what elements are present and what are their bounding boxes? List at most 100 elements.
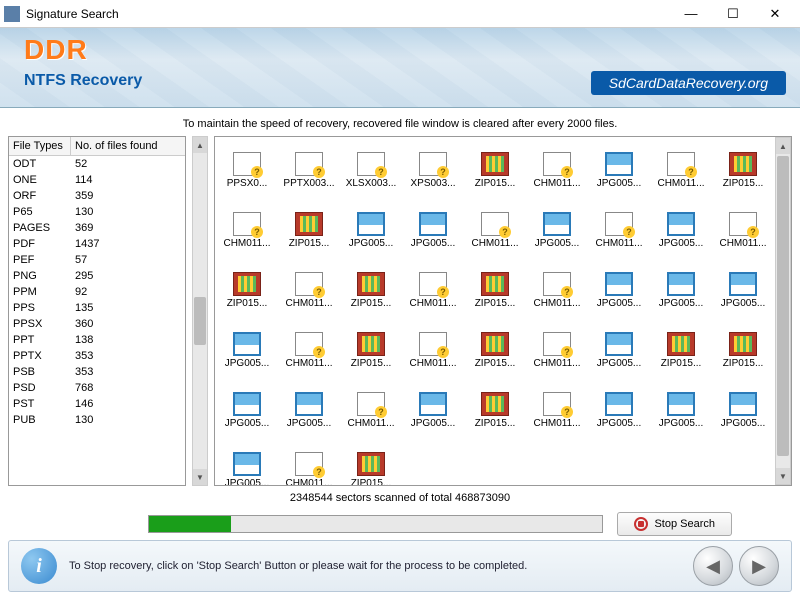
file-item[interactable]: CHM011... bbox=[217, 201, 277, 259]
scroll-up-icon[interactable]: ▲ bbox=[193, 137, 207, 153]
file-label: ZIP015... bbox=[475, 298, 516, 309]
file-item[interactable]: XPS003... bbox=[403, 141, 463, 199]
file-type-row[interactable]: PSD768 bbox=[9, 380, 185, 396]
file-item[interactable]: CHM011... bbox=[651, 141, 711, 199]
file-label: JPG005... bbox=[659, 298, 703, 309]
file-item[interactable]: ZIP015... bbox=[279, 201, 339, 259]
file-item[interactable]: JPG005... bbox=[217, 321, 277, 379]
file-label: JPG005... bbox=[721, 418, 765, 429]
scroll-up-icon[interactable]: ▲ bbox=[776, 138, 790, 154]
file-item[interactable]: ZIP015... bbox=[465, 261, 525, 319]
file-icon bbox=[481, 392, 509, 416]
file-item[interactable]: CHM011... bbox=[341, 381, 401, 439]
file-item[interactable]: CHM011... bbox=[527, 261, 587, 319]
file-icon bbox=[605, 392, 633, 416]
file-item[interactable]: PPTX003... bbox=[279, 141, 339, 199]
file-icon bbox=[729, 392, 757, 416]
file-item[interactable]: ZIP015... bbox=[217, 261, 277, 319]
forward-button[interactable]: ▶ bbox=[739, 546, 779, 586]
file-item[interactable]: JPG005... bbox=[713, 381, 773, 439]
file-type-row[interactable]: PNG295 bbox=[9, 268, 185, 284]
file-item[interactable]: JPG005... bbox=[217, 441, 277, 485]
scroll-down-icon[interactable]: ▼ bbox=[193, 469, 207, 485]
file-item[interactable]: JPG005... bbox=[403, 381, 463, 439]
file-type-row[interactable]: PPTX353 bbox=[9, 348, 185, 364]
file-type-row[interactable]: PPS135 bbox=[9, 300, 185, 316]
scroll-down-icon[interactable]: ▼ bbox=[776, 468, 790, 484]
file-type-row[interactable]: PPM92 bbox=[9, 284, 185, 300]
right-scrollbar[interactable]: ▲ ▼ bbox=[775, 137, 791, 485]
file-item[interactable]: JPG005... bbox=[651, 201, 711, 259]
file-count: 360 bbox=[75, 318, 93, 330]
file-type: PSB bbox=[13, 366, 75, 378]
file-type-row[interactable]: ONE114 bbox=[9, 172, 185, 188]
file-item[interactable]: JPG005... bbox=[589, 261, 649, 319]
maximize-button[interactable]: ☐ bbox=[712, 1, 754, 27]
banner: DDR NTFS Recovery SdCardDataRecovery.org bbox=[0, 28, 800, 108]
file-type-row[interactable]: PST146 bbox=[9, 396, 185, 412]
file-type-row[interactable]: ORF359 bbox=[9, 188, 185, 204]
file-item[interactable]: JPG005... bbox=[589, 381, 649, 439]
stop-search-button[interactable]: Stop Search bbox=[617, 512, 732, 536]
file-label: ZIP015... bbox=[351, 478, 392, 486]
file-label: CHM011... bbox=[285, 358, 332, 369]
close-button[interactable]: ✕ bbox=[754, 1, 796, 27]
file-item[interactable]: JPG005... bbox=[651, 261, 711, 319]
file-label: JPG005... bbox=[535, 238, 579, 249]
file-item[interactable]: ZIP015... bbox=[713, 321, 773, 379]
file-item[interactable]: CHM011... bbox=[527, 381, 587, 439]
file-item[interactable]: XLSX003... bbox=[341, 141, 401, 199]
file-item[interactable]: JPG005... bbox=[527, 201, 587, 259]
file-item[interactable]: CHM011... bbox=[279, 321, 339, 379]
minimize-button[interactable]: — bbox=[670, 1, 712, 27]
file-item[interactable]: CHM011... bbox=[527, 141, 587, 199]
left-scrollbar[interactable]: ▲ ▼ bbox=[192, 136, 208, 486]
file-type-row[interactable]: PAGES369 bbox=[9, 220, 185, 236]
file-label: JPG005... bbox=[225, 358, 269, 369]
file-item[interactable]: ZIP015... bbox=[341, 441, 401, 485]
file-item[interactable]: ZIP015... bbox=[341, 261, 401, 319]
file-type-row[interactable]: PPT138 bbox=[9, 332, 185, 348]
file-item[interactable]: ZIP015... bbox=[465, 141, 525, 199]
file-item[interactable]: CHM011... bbox=[279, 261, 339, 319]
file-type-row[interactable]: ODT52 bbox=[9, 156, 185, 172]
file-item[interactable]: CHM011... bbox=[465, 201, 525, 259]
brand-logo: DDR bbox=[24, 34, 88, 66]
file-type-row[interactable]: PPSX360 bbox=[9, 316, 185, 332]
file-item[interactable]: CHM011... bbox=[403, 261, 463, 319]
file-item[interactable]: ZIP015... bbox=[341, 321, 401, 379]
file-item[interactable]: JPG005... bbox=[651, 381, 711, 439]
file-item[interactable]: ZIP015... bbox=[465, 381, 525, 439]
file-item[interactable]: ZIP015... bbox=[465, 321, 525, 379]
file-item[interactable]: CHM011... bbox=[279, 441, 339, 485]
file-item[interactable]: ZIP015... bbox=[651, 321, 711, 379]
file-item[interactable]: CHM011... bbox=[403, 321, 463, 379]
file-item[interactable]: JPG005... bbox=[217, 381, 277, 439]
file-type-row[interactable]: PSB353 bbox=[9, 364, 185, 380]
back-button[interactable]: ◀ bbox=[693, 546, 733, 586]
scroll-thumb[interactable] bbox=[777, 156, 789, 456]
file-type-row[interactable]: P65130 bbox=[9, 204, 185, 220]
scroll-thumb[interactable] bbox=[194, 297, 206, 345]
file-type-row[interactable]: PEF57 bbox=[9, 252, 185, 268]
file-label: CHM011... bbox=[719, 238, 766, 249]
file-icon bbox=[605, 332, 633, 356]
file-label: JPG005... bbox=[659, 418, 703, 429]
file-item[interactable]: JPG005... bbox=[589, 321, 649, 379]
file-item[interactable]: JPG005... bbox=[279, 381, 339, 439]
file-item[interactable]: CHM011... bbox=[713, 201, 773, 259]
file-item[interactable]: JPG005... bbox=[341, 201, 401, 259]
col-file-types: File Types bbox=[9, 137, 71, 155]
file-item[interactable]: JPG005... bbox=[589, 141, 649, 199]
file-item[interactable]: JPG005... bbox=[403, 201, 463, 259]
file-item[interactable]: CHM011... bbox=[527, 321, 587, 379]
file-label: CHM011... bbox=[347, 418, 394, 429]
file-item[interactable]: CHM011... bbox=[589, 201, 649, 259]
file-icon bbox=[357, 452, 385, 476]
file-item[interactable]: JPG005... bbox=[713, 261, 773, 319]
file-item[interactable]: PPSX0... bbox=[217, 141, 277, 199]
file-type-row[interactable]: PDF1437 bbox=[9, 236, 185, 252]
file-item[interactable]: ZIP015... bbox=[713, 141, 773, 199]
file-count: 146 bbox=[75, 398, 93, 410]
file-type-row[interactable]: PUB130 bbox=[9, 412, 185, 428]
